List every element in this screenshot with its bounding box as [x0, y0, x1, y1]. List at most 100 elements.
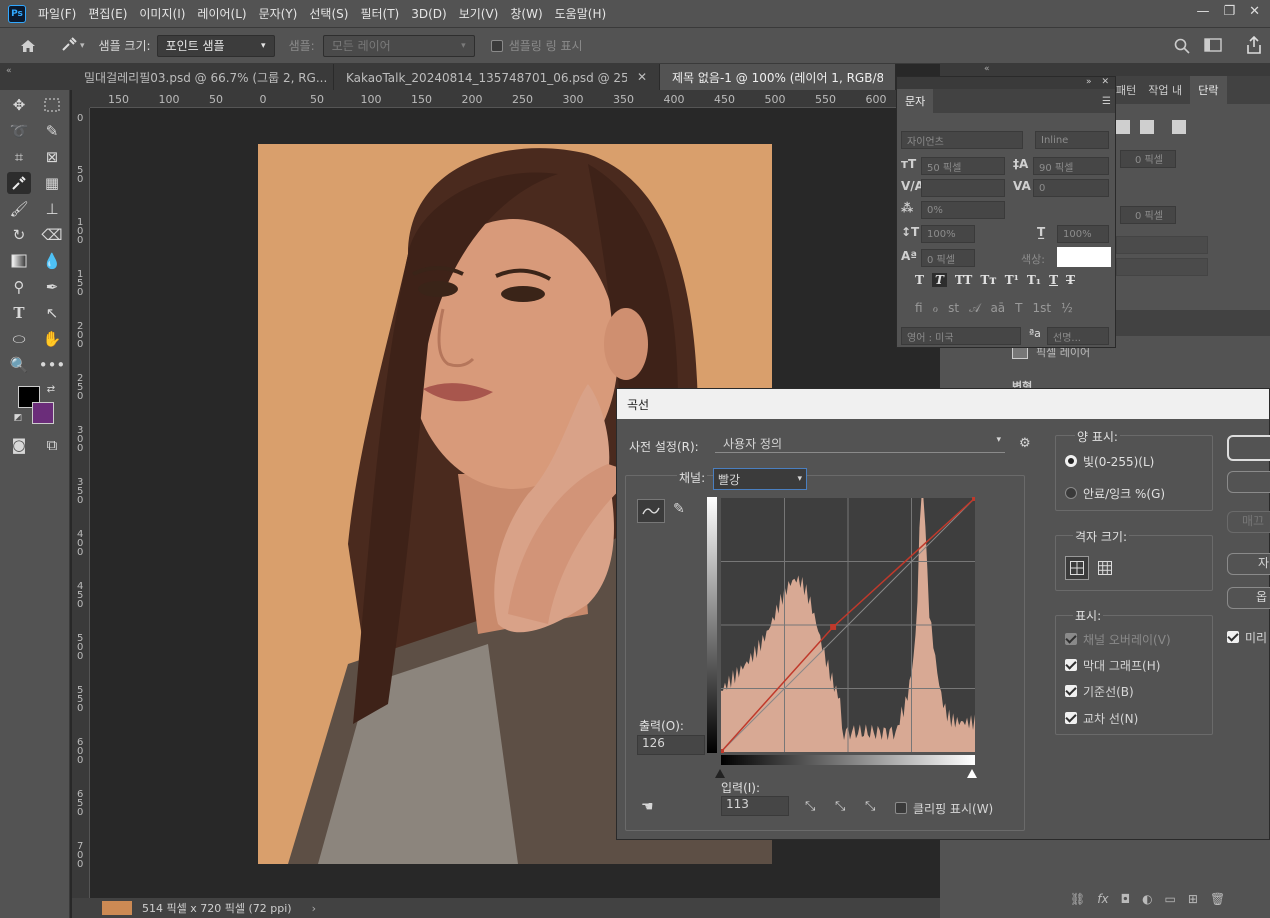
- pencil-icon[interactable]: ✎: [673, 501, 685, 517]
- fx-icon[interactable]: fx: [1097, 892, 1108, 906]
- radio-light[interactable]: [1065, 455, 1077, 467]
- radio-pigment-row[interactable]: 안료/잉크 %(G): [1065, 485, 1165, 502]
- mask-icon[interactable]: ◘: [1121, 892, 1131, 906]
- ruler-origin[interactable]: [72, 90, 90, 108]
- gradient-tool-icon[interactable]: [7, 250, 31, 272]
- paragraph-select[interactable]: [1116, 258, 1208, 276]
- close-tab-icon[interactable]: ✕: [637, 70, 647, 84]
- minimize-icon[interactable]: —: [1196, 4, 1209, 19]
- white-point-slider[interactable]: [967, 769, 977, 778]
- eyedropper-tool-icon[interactable]: [7, 172, 31, 194]
- trash-icon[interactable]: 🗑: [1210, 892, 1225, 906]
- link-icon[interactable]: ⛓: [1070, 892, 1085, 906]
- auto-button[interactable]: 자: [1227, 553, 1270, 575]
- collapse-icon[interactable]: «: [940, 64, 1270, 76]
- ok-button[interactable]: [1227, 435, 1270, 461]
- overlay-row[interactable]: 채널 오버레이(V): [1065, 631, 1171, 648]
- curve-control-point[interactable]: [721, 749, 724, 753]
- channel-select[interactable]: 빨강 ▾: [713, 468, 807, 490]
- default-colors-icon[interactable]: ◩: [12, 412, 24, 424]
- text-color-swatch[interactable]: [1057, 247, 1111, 267]
- input-field[interactable]: 113: [721, 796, 789, 816]
- blur-tool-icon[interactable]: 💧: [40, 250, 64, 272]
- gray-eyedropper-icon[interactable]: ⤡: [835, 799, 845, 814]
- collapse-icon[interactable]: «: [0, 64, 72, 90]
- smooth-button[interactable]: 매끄: [1227, 511, 1270, 533]
- menu-layer[interactable]: 레이어(L): [191, 5, 252, 22]
- crop-tool-icon[interactable]: ⌗: [7, 146, 31, 168]
- group-icon[interactable]: ▭: [1165, 892, 1176, 906]
- workspace-icon[interactable]: [1204, 38, 1222, 55]
- histogram-row[interactable]: 막대 그래프(H): [1065, 657, 1160, 674]
- align-icon[interactable]: [1172, 120, 1186, 134]
- black-eyedropper-icon[interactable]: ⤡: [805, 799, 815, 814]
- font-family-select[interactable]: 자이언츠: [901, 131, 1023, 149]
- tab-paragraph[interactable]: 단락: [1190, 76, 1227, 104]
- adjustment-icon[interactable]: ◐: [1142, 892, 1152, 906]
- frame-tool-icon[interactable]: ⊠: [40, 146, 64, 168]
- brush-tool-icon[interactable]: 🖌: [7, 198, 31, 220]
- screen-mode-icon[interactable]: ⧉: [40, 434, 64, 456]
- move-tool-icon[interactable]: ✥: [7, 94, 31, 116]
- ellipse-tool-icon[interactable]: ⬭: [7, 328, 31, 350]
- tab-document-1[interactable]: 밀대걸레리필03.psd @ 66.7% (그룹 2, RG...: [72, 64, 334, 90]
- font-size-field[interactable]: 50 픽셀: [921, 157, 1005, 175]
- chevron-down-icon[interactable]: ▾: [80, 41, 85, 51]
- tab-character[interactable]: 문자: [897, 89, 934, 113]
- menu-3d[interactable]: 3D(D): [405, 7, 452, 21]
- strikethrough-icon[interactable]: T: [1066, 273, 1075, 287]
- restore-icon[interactable]: ❐: [1223, 4, 1235, 19]
- antialias-select[interactable]: 선명...: [1047, 327, 1109, 345]
- white-eyedropper-icon[interactable]: ⤡: [865, 799, 875, 814]
- chevron-right-icon[interactable]: ›: [312, 902, 316, 915]
- align-icon[interactable]: [1116, 120, 1130, 134]
- type-tool-icon[interactable]: T: [7, 302, 31, 324]
- share-icon[interactable]: [1246, 35, 1262, 57]
- swash-icon[interactable]: 𝒜: [969, 301, 980, 316]
- menu-type[interactable]: 문자(Y): [253, 5, 304, 22]
- show-ring-checkbox[interactable]: [490, 39, 503, 52]
- new-layer-icon[interactable]: ⊞: [1188, 892, 1198, 906]
- lasso-tool-icon[interactable]: ➰: [7, 120, 31, 142]
- tab-document-2[interactable]: KakaoTalk_20240814_135748701_06.psd @ 25…: [334, 64, 660, 90]
- baseline-checkbox[interactable]: [1065, 685, 1077, 697]
- curve-control-point[interactable]: [830, 624, 837, 630]
- curve-point-tool-icon[interactable]: [637, 499, 665, 523]
- baseline-field[interactable]: 0 픽셀: [921, 249, 975, 267]
- quick-select-tool-icon[interactable]: ✎: [40, 120, 64, 142]
- marquee-tool-icon[interactable]: [40, 94, 64, 116]
- swap-colors-icon[interactable]: ⇄: [44, 382, 58, 396]
- curve-control-point[interactable]: [972, 497, 975, 501]
- menu-view[interactable]: 보기(V): [453, 5, 505, 22]
- tab-actions[interactable]: 작업 내: [1142, 76, 1190, 104]
- histogram-checkbox[interactable]: [1065, 659, 1077, 671]
- small-caps-icon[interactable]: Tт: [980, 273, 996, 287]
- baseline-row[interactable]: 기준선(B): [1065, 683, 1134, 700]
- preset-gear-icon[interactable]: ⚙: [1019, 436, 1031, 451]
- curves-graph[interactable]: [721, 497, 975, 753]
- menu-help[interactable]: 도움말(H): [549, 5, 613, 22]
- vertical-scale-field[interactable]: 100%: [921, 225, 975, 243]
- close-icon[interactable]: ✕: [1101, 77, 1109, 89]
- overlay-checkbox[interactable]: [1065, 633, 1077, 645]
- indent-field[interactable]: 0 픽셀: [1120, 150, 1176, 168]
- menu-file[interactable]: 파일(F): [32, 5, 82, 22]
- dialog-title-bar[interactable]: 곡선: [617, 389, 1269, 419]
- paragraph-select[interactable]: [1116, 236, 1208, 254]
- simple-grid-icon[interactable]: [1065, 556, 1089, 580]
- radio-pigment[interactable]: [1065, 487, 1077, 499]
- discretionary-icon[interactable]: st: [948, 301, 959, 316]
- quick-mask-icon[interactable]: ◙: [7, 434, 31, 456]
- cancel-button[interactable]: [1227, 471, 1270, 493]
- intersection-checkbox[interactable]: [1065, 712, 1077, 724]
- sample-select[interactable]: 모든 레이어 ▾: [322, 34, 475, 57]
- kerning-field[interactable]: [921, 179, 1005, 197]
- menu-image[interactable]: 이미지(I): [133, 5, 191, 22]
- more-tools-icon[interactable]: •••: [39, 354, 66, 376]
- preview-checkbox[interactable]: [1227, 631, 1239, 643]
- all-caps-icon[interactable]: TT: [955, 273, 972, 287]
- path-select-tool-icon[interactable]: ↖: [40, 302, 64, 324]
- align-icon[interactable]: [1140, 120, 1154, 134]
- menu-select[interactable]: 선택(S): [303, 5, 354, 22]
- black-point-slider[interactable]: [715, 769, 725, 778]
